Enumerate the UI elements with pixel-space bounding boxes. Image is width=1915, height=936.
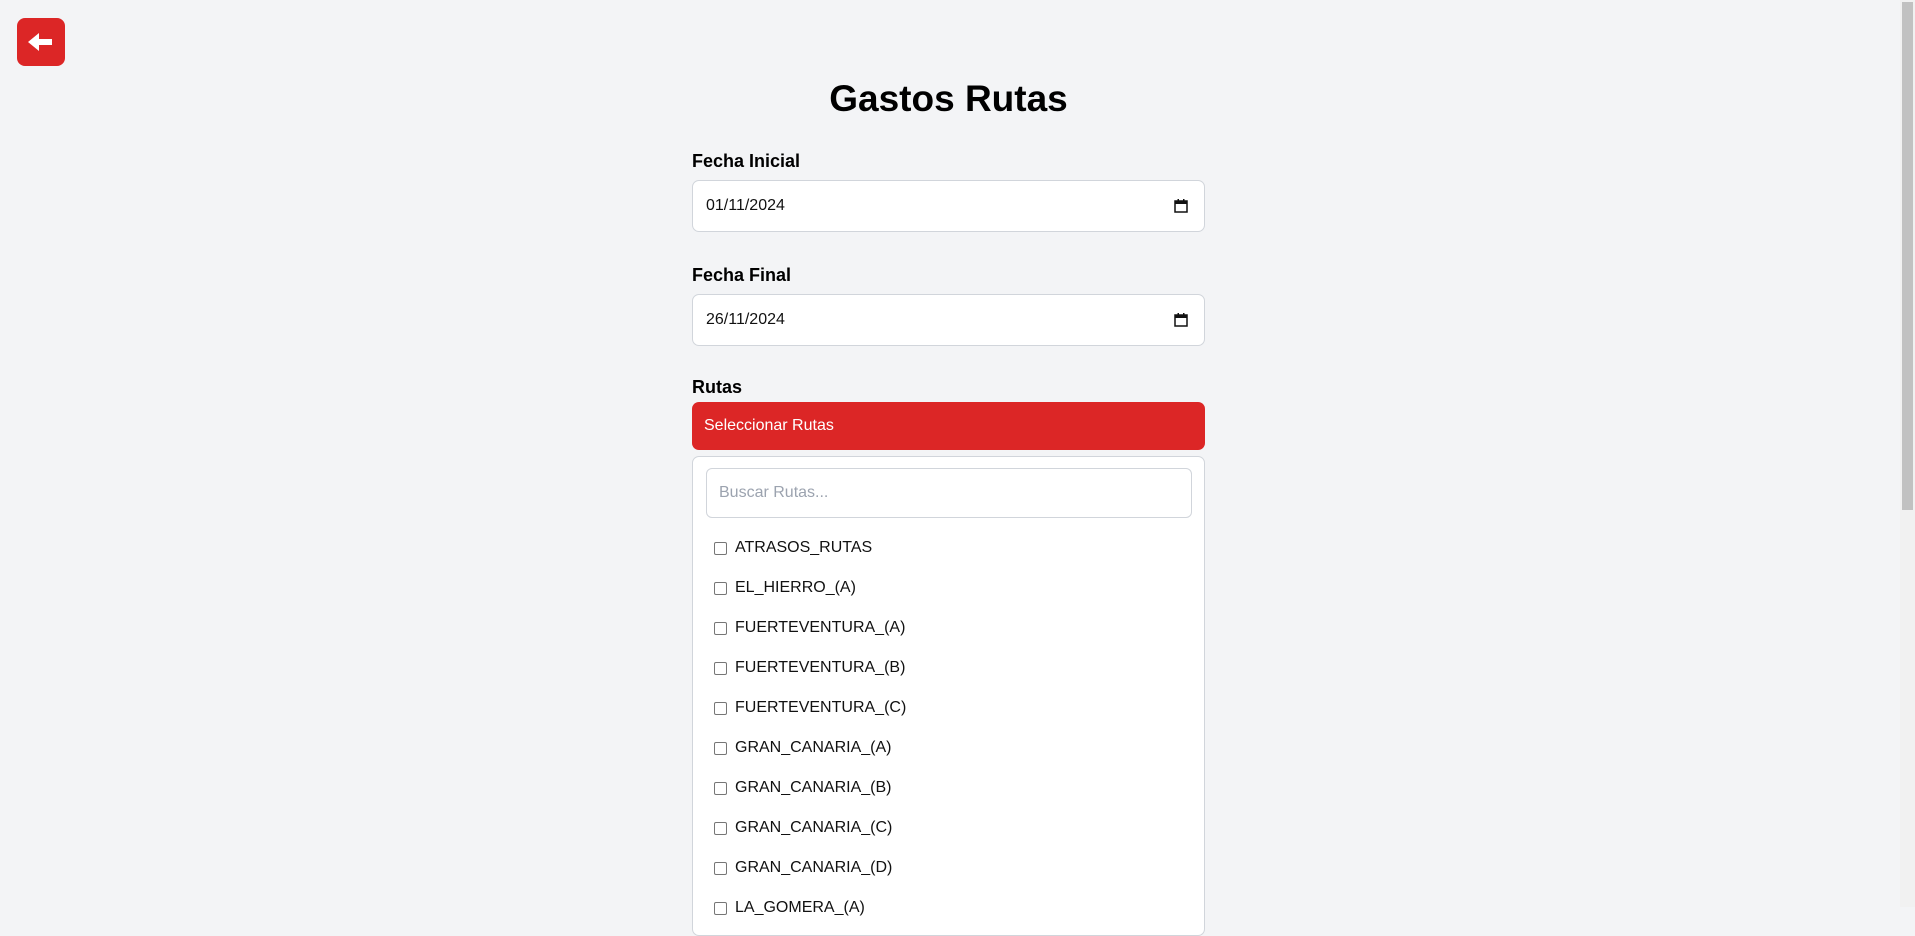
scrollbar-thumb[interactable] — [1902, 2, 1913, 510]
page-title: Gastos Rutas — [829, 78, 1068, 119]
route-label: ATRASOS_RUTAS — [735, 539, 873, 556]
routes-list: ATRASOS_RUTAS EL_HIERRO_(A) FUERTEVENTURA_… — [706, 528, 1191, 928]
start-date-input[interactable]: 01/11/2024 — [692, 180, 1205, 232]
route-checkbox[interactable] — [714, 741, 727, 755]
route-list-item[interactable]: FUERTEVENTURA_(C) — [706, 688, 1191, 728]
route-list-item[interactable]: FUERTEVENTURA_(A) — [706, 608, 1191, 648]
route-label: GRAN_CANARIA_(B) — [735, 779, 892, 796]
route-checkbox[interactable] — [714, 821, 727, 835]
route-label: EL_HIERRO_(A) — [735, 579, 856, 596]
route-checkbox[interactable] — [714, 621, 727, 635]
route-label: LA_GOMERA_(A) — [735, 899, 865, 916]
route-checkbox[interactable] — [714, 901, 727, 915]
start-date-value: 01/11/2024 — [706, 197, 785, 214]
route-checkbox[interactable] — [714, 701, 727, 715]
routes-dropdown: Buscar Rutas... ATRASOS_RUTAS EL_HIERRO_(… — [692, 456, 1205, 936]
routes-search-input[interactable]: Buscar Rutas... — [706, 468, 1192, 518]
route-checkbox[interactable] — [714, 861, 727, 875]
route-list-item[interactable]: GRAN_CANARIA_(B) — [706, 768, 1191, 808]
end-date-value: 26/11/2024 — [706, 311, 785, 328]
routes-label: Rutas — [692, 377, 743, 397]
route-list-item[interactable]: ATRASOS_RUTAS — [706, 528, 1191, 568]
route-list-item[interactable]: LA_GOMERA_(A) — [706, 888, 1191, 928]
expenses-form: Fecha Inicial 01/11/2024 Fecha Final 26/… — [692, 150, 1205, 936]
select-routes-button[interactable]: Seleccionar Rutas — [692, 402, 1205, 450]
start-date-label: Fecha Inicial — [692, 151, 801, 171]
calendar-icon[interactable] — [1173, 198, 1189, 214]
route-checkbox[interactable] — [714, 541, 727, 555]
route-list-item[interactable]: FUERTEVENTURA_(B) — [706, 648, 1191, 688]
end-date-label: Fecha Final — [692, 265, 792, 285]
route-checkbox[interactable] — [714, 581, 727, 595]
route-list-item[interactable]: EL_HIERRO_(A) — [706, 568, 1191, 608]
arrow-left-icon — [28, 33, 52, 51]
end-date-input[interactable]: 26/11/2024 — [692, 294, 1205, 346]
route-checkbox[interactable] — [714, 661, 727, 675]
route-label: FUERTEVENTURA_(B) — [735, 659, 906, 676]
route-list-item[interactable]: GRAN_CANARIA_(D) — [706, 848, 1191, 888]
route-label: FUERTEVENTURA_(A) — [735, 619, 906, 636]
route-checkbox[interactable] — [714, 781, 727, 795]
route-label: FUERTEVENTURA_(C) — [735, 699, 907, 716]
back-button[interactable] — [17, 18, 65, 66]
route-label: GRAN_CANARIA_(A) — [735, 739, 892, 756]
calendar-icon[interactable] — [1173, 312, 1189, 328]
route-label: GRAN_CANARIA_(D) — [735, 859, 893, 876]
route-list-item[interactable]: GRAN_CANARIA_(A) — [706, 728, 1191, 768]
route-list-item[interactable]: GRAN_CANARIA_(C) — [706, 808, 1191, 848]
page-scrollbar[interactable] — [1900, 0, 1915, 907]
route-label: GRAN_CANARIA_(C) — [735, 819, 893, 836]
